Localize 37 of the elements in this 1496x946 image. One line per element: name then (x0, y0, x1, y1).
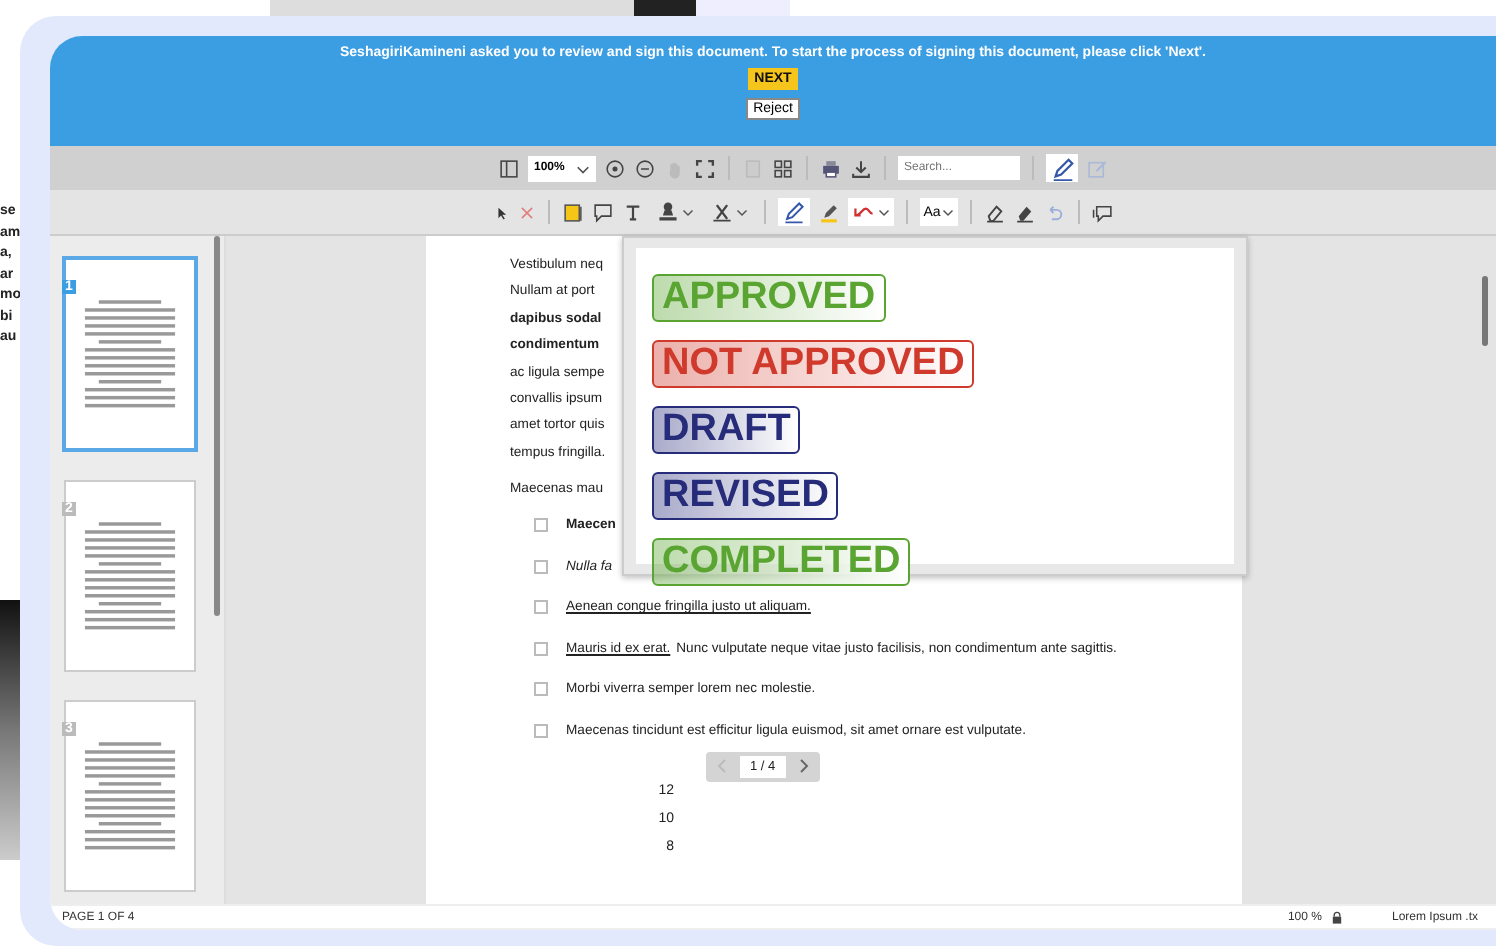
checkbox[interactable] (534, 682, 548, 697)
comments-icon[interactable] (1092, 201, 1115, 223)
fit-page-icon[interactable] (694, 157, 716, 179)
checkbox[interactable] (534, 518, 548, 533)
caret-icon (576, 161, 590, 175)
sidebar-icon[interactable] (498, 157, 520, 179)
comment-icon[interactable] (591, 201, 614, 223)
download-icon[interactable] (850, 157, 872, 179)
note-icon[interactable] (561, 201, 584, 223)
sign-button[interactable] (1046, 154, 1078, 182)
eraser-icon[interactable] (1014, 201, 1037, 223)
caret-icon (877, 206, 890, 218)
text-icon[interactable] (621, 201, 644, 223)
caret-icon (942, 206, 955, 218)
pen-button[interactable] (777, 198, 810, 226)
checkbox[interactable] (534, 723, 548, 738)
highlighter-icon[interactable] (817, 201, 840, 223)
stamp-option[interactable]: REVISED (652, 472, 839, 520)
checkbox[interactable] (534, 559, 548, 574)
grid-pages-icon[interactable] (772, 157, 794, 179)
lock-icon (1329, 909, 1344, 925)
caret-icon (735, 206, 748, 218)
strikeout-icon (709, 200, 734, 224)
zoom-out-icon[interactable] (634, 157, 656, 179)
scrollbar-thumb[interactable] (214, 236, 220, 616)
print-icon[interactable] (820, 157, 842, 179)
line-dropdown[interactable] (847, 198, 894, 226)
stamp-option[interactable]: NOT APPROVED (652, 340, 975, 388)
zoom-in-icon[interactable] (604, 157, 626, 179)
checkbox[interactable] (534, 600, 548, 615)
stamp-icon (655, 200, 680, 224)
scrollbar-thumb[interactable] (1482, 276, 1488, 346)
checkbox[interactable] (534, 641, 548, 656)
eraser-icon[interactable] (984, 201, 1007, 223)
caret-icon (681, 206, 694, 218)
next-page-icon[interactable] (797, 758, 810, 775)
stamp-option[interactable]: DRAFT (652, 406, 801, 454)
